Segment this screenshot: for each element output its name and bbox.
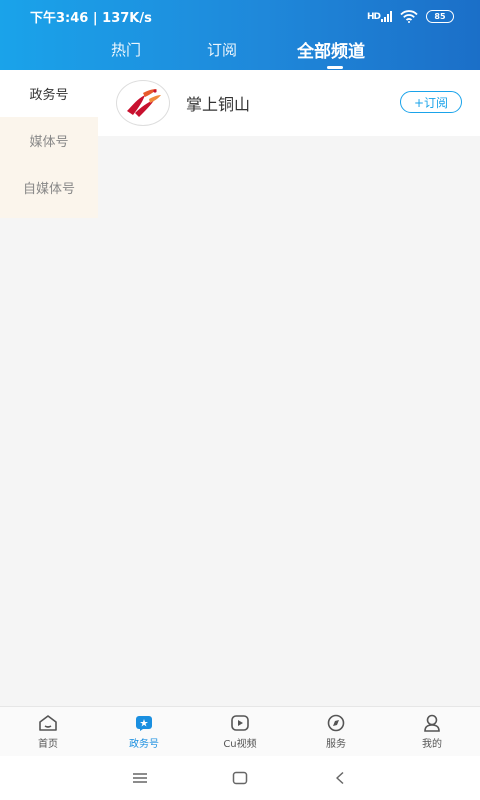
video-play-icon — [231, 714, 249, 731]
app-header: 下午3:46 | 137K/s HD 85 热门 订阅 全部频道 — [0, 0, 480, 70]
back-arrow-icon — [336, 771, 344, 785]
status-speed: 137K/s — [102, 10, 152, 26]
home-icon — [39, 714, 57, 731]
back-system-button[interactable] — [320, 763, 360, 793]
phoenix-logo-icon — [127, 89, 161, 117]
tab-hot[interactable]: 热门 — [111, 32, 141, 66]
nav-home[interactable]: 首页 — [0, 707, 96, 756]
nav-profile-label: 我的 — [422, 738, 442, 750]
tab-subscribed[interactable]: 订阅 — [207, 32, 237, 66]
nav-profile[interactable]: 我的 — [384, 707, 480, 756]
system-nav-bar — [0, 756, 480, 800]
nav-services[interactable]: 服务 — [288, 707, 384, 756]
channel-logo — [116, 80, 170, 126]
tab-active-indicator — [327, 66, 343, 69]
status-time: 下午3:46 — [30, 10, 89, 26]
sidebar-item-media[interactable]: 媒体号 — [0, 117, 98, 164]
network-type-label: HD — [366, 11, 381, 22]
category-sidebar: 政务号 媒体号 自媒体号 — [0, 70, 98, 218]
sidebar-item-government[interactable]: 政务号 — [0, 70, 98, 117]
gov-account-icon — [136, 715, 152, 731]
menu-icon — [133, 773, 147, 783]
nav-services-label: 服务 — [326, 738, 346, 750]
list-item[interactable]: 掌上铜山 +订阅 — [98, 70, 480, 136]
home-system-button[interactable] — [220, 763, 260, 793]
nav-home-label: 首页 — [38, 738, 58, 750]
signal-bars-icon — [381, 10, 392, 22]
bottom-nav: 首页 政务号 Cu视频 服务 我的 — [0, 706, 480, 756]
status-bar: 下午3:46 | 137K/s HD 85 — [0, 0, 480, 32]
tab-all-channels[interactable]: 全部频道 — [297, 32, 365, 66]
channel-tabs: 热门 订阅 全部频道 — [0, 32, 480, 70]
nav-gov-account-label: 政务号 — [129, 738, 159, 750]
recent-apps-button[interactable] — [120, 763, 160, 793]
battery-icon: 85 — [426, 9, 454, 23]
square-home-icon — [232, 771, 248, 785]
nav-gov-account[interactable]: 政务号 — [96, 707, 192, 756]
subscribe-button[interactable]: +订阅 — [400, 91, 462, 113]
sidebar-item-self-media[interactable]: 自媒体号 — [0, 164, 98, 211]
status-left: 下午3:46 | 137K/s — [30, 7, 152, 26]
wifi-icon — [400, 9, 418, 23]
battery-level: 85 — [434, 11, 446, 21]
nav-cu-video-label: Cu视频 — [223, 738, 257, 750]
channel-list: 掌上铜山 +订阅 — [98, 70, 480, 136]
nav-cu-video[interactable]: Cu视频 — [192, 707, 288, 756]
status-divider: | — [92, 10, 103, 26]
status-right: HD 85 — [366, 9, 454, 23]
channel-name: 掌上铜山 — [186, 95, 251, 114]
cellular-signal-icon: HD — [366, 10, 392, 22]
profile-icon — [424, 714, 440, 732]
compass-icon — [327, 714, 345, 731]
